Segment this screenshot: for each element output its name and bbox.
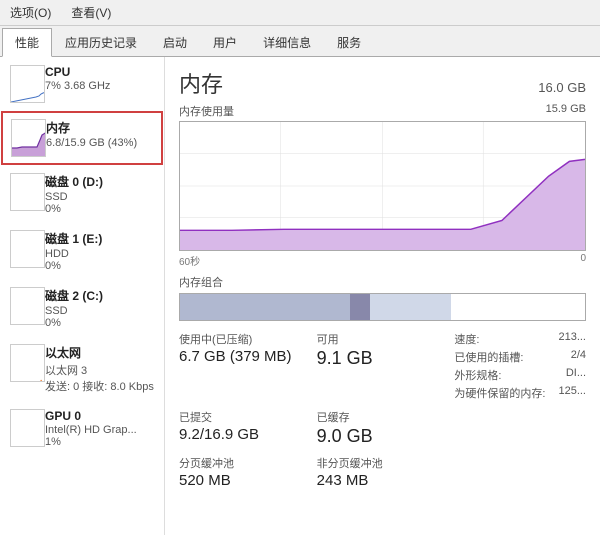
speed-label: 速度: bbox=[454, 331, 479, 347]
cpu-info: CPU 7% 3.68 GHz bbox=[45, 65, 154, 92]
chart-top-value: 15.9 GB bbox=[546, 103, 586, 119]
disk2-sub1: SSD bbox=[45, 305, 154, 317]
stat-nonpaged-pool: 非分页缓冲池 243 MB bbox=[317, 455, 449, 489]
tab-users[interactable]: 用户 bbox=[200, 28, 250, 56]
disk0-sub1: SSD bbox=[45, 191, 154, 203]
disk1-title: 磁盘 1 (E:) bbox=[45, 230, 154, 247]
comp-used bbox=[180, 294, 350, 320]
tab-app-history[interactable]: 应用历史记录 bbox=[52, 28, 150, 56]
ethernet-title: 以太网 bbox=[45, 344, 154, 361]
content-header: 内存 16.0 GB bbox=[179, 67, 586, 99]
menu-bar: 选项(O) 查看(V) bbox=[0, 0, 600, 26]
tab-startup[interactable]: 启动 bbox=[150, 28, 200, 56]
main-container: CPU 7% 3.68 GHz 内存 6.8/15.9 GB (43%) bbox=[0, 57, 600, 535]
cpu-title: CPU bbox=[45, 65, 154, 79]
memory-sparkline bbox=[11, 119, 46, 157]
ethernet-info: 以太网 以太网 3 发送: 0 接收: 8.0 Kbps bbox=[45, 344, 154, 394]
comp-modified bbox=[350, 294, 370, 320]
chart-time-labels: 60秒 0 bbox=[179, 253, 586, 268]
disk1-sub1: HDD bbox=[45, 248, 154, 260]
stat-right-top: 速度: 213... 已使用的插槽: 2/4 外形规格: DI... 为硬件保留… bbox=[454, 331, 586, 401]
stat-committed: 已提交 9.2/16.9 GB bbox=[179, 409, 311, 447]
stat-right-bottom bbox=[454, 409, 586, 447]
tab-bar: 性能 应用历史记录 启动 用户 详细信息 服务 bbox=[0, 26, 600, 57]
tab-details[interactable]: 详细信息 bbox=[250, 28, 324, 56]
disk0-sparkline bbox=[10, 173, 45, 211]
stat-cached: 已缓存 9.0 GB bbox=[317, 409, 449, 447]
cpu-sub: 7% 3.68 GHz bbox=[45, 80, 154, 92]
tab-performance[interactable]: 性能 bbox=[2, 28, 52, 57]
chart-section: 内存使用量 15.9 GB 60秒 0 bbox=[179, 103, 586, 268]
stat-in-use: 使用中(已压缩) 6.7 GB (379 MB) bbox=[179, 331, 311, 401]
stats-container: 使用中(已压缩) 6.7 GB (379 MB) 可用 9.1 GB 速度: 2… bbox=[179, 331, 586, 489]
composition-section: 内存组合 bbox=[179, 274, 586, 321]
chart-top-label: 内存使用量 bbox=[179, 103, 234, 119]
reserved-label: 为硬件保留的内存: bbox=[454, 385, 545, 401]
disk2-info: 磁盘 2 (C:) SSD 0% bbox=[45, 287, 154, 329]
sidebar-item-ethernet[interactable]: 以太网 以太网 3 发送: 0 接收: 8.0 Kbps bbox=[1, 337, 163, 401]
memory-chart bbox=[179, 121, 586, 251]
disk2-title: 磁盘 2 (C:) bbox=[45, 287, 154, 304]
comp-free bbox=[451, 294, 585, 320]
content-area: 内存 16.0 GB 内存使用量 15.9 GB bbox=[165, 57, 600, 535]
tab-services[interactable]: 服务 bbox=[324, 28, 374, 56]
form-value: DI... bbox=[566, 367, 586, 383]
speed-value: 213... bbox=[558, 331, 586, 347]
ethernet-sparkline bbox=[10, 344, 45, 382]
menu-options[interactable]: 选项(O) bbox=[4, 2, 57, 23]
disk0-title: 磁盘 0 (D:) bbox=[45, 173, 154, 190]
comp-standby bbox=[370, 294, 451, 320]
menu-view[interactable]: 查看(V) bbox=[65, 2, 117, 23]
sidebar: CPU 7% 3.68 GHz 内存 6.8/15.9 GB (43%) bbox=[0, 57, 165, 535]
content-total: 16.0 GB bbox=[538, 80, 586, 95]
disk0-sub2: 0% bbox=[45, 203, 154, 215]
gpu-title: GPU 0 bbox=[45, 409, 154, 423]
ethernet-sub1: 以太网 3 bbox=[45, 362, 154, 378]
disk1-info: 磁盘 1 (E:) HDD 0% bbox=[45, 230, 154, 272]
disk2-sparkline bbox=[10, 287, 45, 325]
disk1-sparkline bbox=[10, 230, 45, 268]
sidebar-item-memory[interactable]: 内存 6.8/15.9 GB (43%) bbox=[1, 111, 163, 165]
disk0-info: 磁盘 0 (D:) SSD 0% bbox=[45, 173, 154, 215]
sidebar-item-cpu[interactable]: CPU 7% 3.68 GHz bbox=[1, 58, 163, 110]
composition-label: 内存组合 bbox=[179, 274, 586, 290]
disk1-sub2: 0% bbox=[45, 260, 154, 272]
slots-value: 2/4 bbox=[571, 349, 586, 365]
content-title: 内存 bbox=[179, 67, 223, 99]
slots-label: 已使用的插槽: bbox=[454, 349, 523, 365]
chart-time-start: 60秒 bbox=[179, 253, 200, 268]
gpu-sub1: Intel(R) HD Grap... bbox=[45, 424, 154, 436]
memory-info: 内存 6.8/15.9 GB (43%) bbox=[46, 119, 153, 149]
form-label: 外形规格: bbox=[454, 367, 501, 383]
gpu-sparkline bbox=[10, 409, 45, 447]
chart-time-end: 0 bbox=[580, 253, 586, 268]
reserved-value: 125... bbox=[558, 385, 586, 401]
composition-bar bbox=[179, 293, 586, 321]
disk2-sub2: 0% bbox=[45, 317, 154, 329]
ethernet-sub2: 发送: 0 接收: 8.0 Kbps bbox=[45, 378, 154, 394]
memory-sub: 6.8/15.9 GB (43%) bbox=[46, 137, 153, 149]
gpu-sub2: 1% bbox=[45, 436, 154, 448]
chart-label-row: 内存使用量 15.9 GB bbox=[179, 103, 586, 119]
cpu-sparkline bbox=[10, 65, 45, 103]
sidebar-item-disk2[interactable]: 磁盘 2 (C:) SSD 0% bbox=[1, 280, 163, 336]
sidebar-item-disk1[interactable]: 磁盘 1 (E:) HDD 0% bbox=[1, 223, 163, 279]
stat-paged-pool: 分页缓冲池 520 MB bbox=[179, 455, 311, 489]
memory-title: 内存 bbox=[46, 119, 153, 136]
stat-available: 可用 9.1 GB bbox=[317, 331, 449, 401]
sidebar-item-disk0[interactable]: 磁盘 0 (D:) SSD 0% bbox=[1, 166, 163, 222]
gpu-info: GPU 0 Intel(R) HD Grap... 1% bbox=[45, 409, 154, 448]
sidebar-item-gpu[interactable]: GPU 0 Intel(R) HD Grap... 1% bbox=[1, 402, 163, 455]
